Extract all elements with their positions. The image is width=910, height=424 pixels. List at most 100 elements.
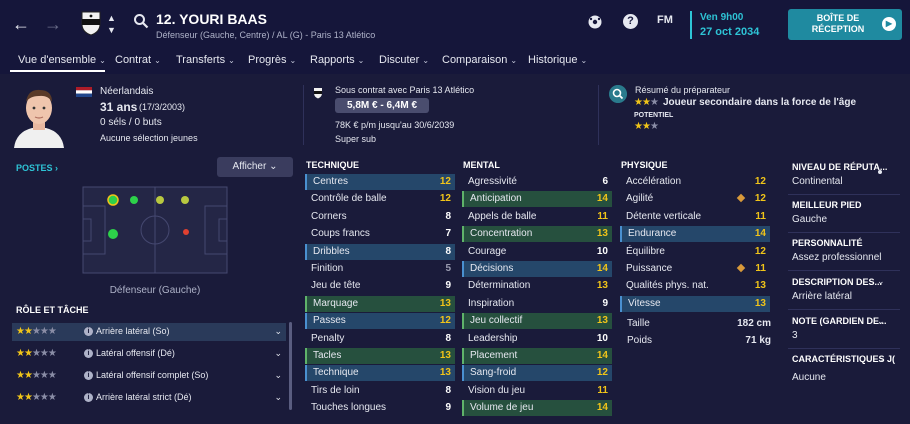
game-date[interactable]: Ven 9h00 27 oct 2034 — [690, 11, 759, 39]
attribute-row[interactable]: Dribbles 8 — [305, 243, 455, 260]
improvement-arrow-icon — [736, 263, 746, 273]
role-row[interactable]: ★★★★★ i Arrière latéral strict (Dé) ⌄ — [12, 389, 286, 407]
tab-history[interactable]: Historique ⌄ — [528, 54, 587, 66]
attribute-row[interactable]: Anticipation 14 — [462, 191, 612, 208]
attribute-row[interactable]: Agressivité 6 — [462, 174, 612, 190]
chevron-down-icon[interactable]: ⌄ — [877, 354, 885, 365]
football-icon[interactable] — [587, 14, 603, 30]
attribute-value: 7 — [445, 228, 451, 240]
position-dot-dl — [107, 194, 119, 206]
attribute-value: 14 — [596, 193, 608, 205]
chevron-down-icon[interactable]: ⌄ — [274, 348, 282, 359]
attribute-row[interactable]: Appels de balle 11 — [462, 209, 612, 225]
role-row[interactable]: ★★★★★ i Latéral offensif complet (So) ⌄ — [12, 367, 286, 385]
player-avatar[interactable] — [10, 82, 68, 148]
info-icon[interactable]: i — [84, 371, 93, 380]
attribute-row[interactable]: Détermination 13 — [462, 278, 612, 294]
scout-magnifier-icon[interactable] — [609, 85, 627, 103]
search-icon[interactable] — [133, 13, 149, 29]
attribute-label: Jeu de tête — [311, 280, 361, 292]
transfer-value[interactable]: 5,8M € - 6,4M € — [335, 98, 429, 113]
attribute-value: 13 — [754, 297, 766, 309]
personality-title: PERSONNALITÉ — [792, 238, 863, 248]
chevron-down-icon[interactable]: ▼ — [107, 25, 116, 35]
attribute-row[interactable]: Placement 14 — [462, 348, 612, 364]
attribute-row[interactable]: Jeu de tête 9 — [305, 278, 455, 294]
tab-comparison[interactable]: Comparaison ⌄ — [442, 54, 517, 66]
player-subtitle[interactable]: Défenseur (Gauche, Centre) / AL (G) - Pa… — [156, 30, 375, 40]
info-icon[interactable]: i — [84, 327, 93, 336]
role-row[interactable]: ★★★★★ i Latéral offensif (Dé) ⌄ — [12, 345, 286, 363]
help-icon[interactable]: ? — [623, 14, 638, 29]
attribute-row[interactable]: Agilité 12 — [620, 191, 770, 207]
roles-scrollbar[interactable] — [289, 322, 292, 410]
attribute-value: 13 — [439, 350, 451, 361]
position-pitch[interactable] — [82, 186, 228, 274]
attribute-row[interactable]: Corners 8 — [305, 209, 455, 225]
attribute-row[interactable]: Accélération 12 — [620, 174, 770, 190]
height-label: Taille — [627, 318, 650, 329]
attribute-row[interactable]: Puissance 11 — [620, 261, 770, 277]
back-arrow-icon[interactable]: ← — [12, 14, 30, 35]
attribute-row[interactable]: Jeu collectif 13 — [462, 313, 612, 330]
tab-overview[interactable]: Vue d'ensemble ⌄ — [18, 54, 106, 66]
info-icon[interactable]: i — [84, 349, 93, 358]
attribute-row[interactable]: Endurance 14 — [620, 226, 770, 243]
club-crest-icon[interactable] — [80, 10, 102, 36]
attribute-row[interactable]: Tirs de loin 8 — [305, 383, 455, 399]
attribute-row[interactable]: Tacles 13 — [305, 348, 455, 364]
chevron-down-icon[interactable]: ⌄ — [274, 326, 282, 337]
tab-reports[interactable]: Rapports ⌄ — [310, 54, 364, 66]
attribute-row[interactable]: Concentration 13 — [462, 226, 612, 243]
attribute-row[interactable]: Passes 12 — [305, 313, 455, 330]
attribute-row[interactable]: Vitesse 13 — [620, 295, 770, 312]
tab-progress[interactable]: Progrès ⌄ — [248, 54, 296, 66]
positions-label[interactable]: POSTES › — [16, 163, 58, 173]
best-foot-value: Gauche — [792, 214, 828, 225]
divider — [788, 232, 900, 233]
role-row[interactable]: ★★★★★ i Arrière latéral (So) ⌄ — [12, 323, 286, 341]
weight-value: 71 kg — [745, 335, 771, 346]
info-icon[interactable]: i — [84, 393, 93, 402]
attribute-row[interactable]: Vision du jeu 11 — [462, 383, 612, 399]
nationality[interactable]: Néerlandais — [100, 86, 153, 97]
attribute-label: Passes — [313, 315, 346, 327]
attribute-row[interactable]: Sang-froid 12 — [462, 365, 612, 382]
attribute-row[interactable]: Penalty 8 — [305, 331, 455, 347]
forward-arrow-icon[interactable]: → — [44, 14, 62, 35]
attribute-row[interactable]: Qualités phys. nat. 13 — [620, 278, 770, 294]
attribute-row[interactable]: Finition 5 — [305, 261, 455, 277]
chevron-up-icon[interactable]: ▲ — [107, 13, 116, 23]
attribute-row[interactable]: Contrôle de balle 12 — [305, 191, 455, 207]
attribute-row[interactable]: Courage 10 — [462, 244, 612, 260]
reputation-value: Continental — [792, 176, 843, 187]
chevron-down-icon[interactable]: ⌄ — [274, 392, 282, 403]
attribute-value: 14 — [596, 350, 608, 361]
attribute-row[interactable]: Centres 12 — [305, 174, 455, 190]
attribute-row[interactable]: Leadership 10 — [462, 331, 612, 347]
attribute-row[interactable]: Volume de jeu 14 — [462, 400, 612, 417]
attribute-label: Concentration — [470, 228, 533, 240]
physique-title: PHYSIQUE — [621, 160, 668, 170]
chevron-down-icon[interactable]: ⌄ — [274, 370, 282, 381]
tab-contract[interactable]: Contrat ⌄ — [115, 54, 161, 66]
attribute-row[interactable]: Équilibre 12 — [620, 244, 770, 260]
attribute-row[interactable]: Inspiration 9 — [462, 296, 612, 312]
attribute-label: Contrôle de balle — [311, 193, 387, 205]
attribute-row[interactable]: Technique 13 — [305, 365, 455, 382]
contract-status[interactable]: Sous contrat avec Paris 13 Atlético — [335, 85, 474, 95]
chevron-down-icon[interactable]: ⌄ — [877, 316, 885, 327]
inbox-button[interactable]: BOÎTE DE RÉCEPTION ▶ — [788, 9, 902, 40]
tab-discuss[interactable]: Discuter ⌄ — [379, 54, 429, 66]
fm-logo[interactable]: FM — [657, 14, 673, 26]
date-day: Ven 9h00 — [700, 12, 744, 23]
attribute-row[interactable]: Touches longues 9 — [305, 400, 455, 416]
inbox-label-2: RÉCEPTION — [811, 24, 865, 34]
attribute-row[interactable]: Marquage 13 — [305, 295, 455, 312]
chevron-down-icon[interactable]: ⌄ — [877, 276, 885, 287]
attribute-row[interactable]: Décisions 14 — [462, 261, 612, 277]
tab-transfers[interactable]: Transferts ⌄ — [176, 54, 235, 66]
attribute-row[interactable]: Détente verticale 11 — [620, 209, 770, 225]
attribute-row[interactable]: Coups francs 7 — [305, 226, 455, 242]
show-dropdown[interactable]: Afficher ⌄ — [217, 157, 293, 177]
